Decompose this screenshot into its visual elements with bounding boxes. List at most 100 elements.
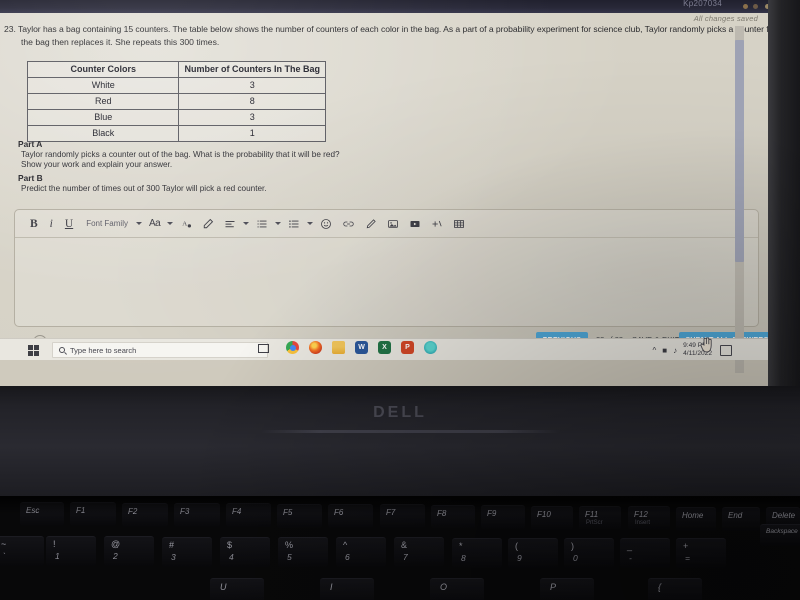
key-backspace[interactable]: Backspace (760, 524, 800, 546)
question-block: 23. Taylor has a bag containing 15 count… (4, 24, 783, 47)
key-i[interactable]: I (320, 578, 374, 600)
key-sublabel: PrtScr (586, 519, 603, 526)
key-label: P (550, 582, 557, 592)
answer-text-area[interactable] (15, 238, 758, 326)
ordered-list-icon[interactable] (251, 213, 273, 235)
key-p[interactable]: P (540, 578, 594, 600)
key-f10[interactable]: F10 (531, 505, 573, 530)
key--[interactable]: _ - (620, 538, 670, 569)
key-label: F6 (334, 508, 344, 518)
key-f8[interactable]: F8 (431, 504, 475, 529)
table-header-count: Number of Counters In The Bag (178, 61, 326, 78)
key-f2[interactable]: F2 (122, 502, 168, 527)
answer-editor[interactable]: B i U Font Family Aa A (14, 209, 759, 327)
key-0[interactable]: ) 0 (564, 538, 614, 568)
key-1[interactable]: ! 1 (46, 536, 96, 567)
key-label: End (728, 510, 743, 520)
key-7[interactable]: & 7 (394, 537, 444, 568)
highlighter-icon[interactable] (197, 213, 219, 235)
page-scrollbar-thumb[interactable] (735, 40, 744, 262)
key-shift-label: ^ (343, 540, 348, 551)
key-f9[interactable]: F9 (481, 505, 525, 530)
align-left-icon[interactable] (219, 213, 241, 235)
insert-image-icon[interactable] (382, 213, 404, 235)
cell-color-white: White (26, 77, 180, 94)
chevron-down-icon[interactable] (167, 222, 174, 225)
file-explorer-icon[interactable] (332, 341, 345, 354)
key-shift-label: ( (515, 540, 518, 551)
app-icon[interactable] (424, 341, 437, 354)
page-scrollbar-track[interactable] (735, 26, 744, 373)
bold-button[interactable]: B (25, 213, 43, 235)
volume-icon[interactable]: ♪ (673, 346, 677, 355)
pen-attachment-icon[interactable] (360, 213, 382, 235)
firefox-icon[interactable] (309, 341, 322, 354)
math-equation-icon[interactable] (426, 213, 448, 235)
key-5[interactable]: % 5 (278, 537, 328, 567)
key-label: F4 (232, 507, 242, 517)
key-f1[interactable]: F1 (70, 502, 116, 527)
key-home[interactable]: Home (676, 506, 716, 531)
chevron-down-icon[interactable] (275, 222, 282, 225)
key-f12[interactable]: F12 Insert (628, 506, 670, 531)
font-size-button[interactable]: Aa (144, 213, 165, 235)
key-4[interactable]: $4 (220, 536, 270, 567)
quiz-page: All changes saved 23. Taylor has a bag c… (0, 13, 783, 373)
key-f7[interactable]: F7 (380, 504, 425, 529)
excel-icon[interactable] (378, 341, 391, 354)
chevron-down-icon[interactable] (307, 222, 314, 225)
font-family-select[interactable]: Font Family (78, 219, 134, 228)
key-=[interactable]: + = (676, 538, 726, 569)
text-color-icon[interactable]: A (175, 213, 197, 235)
key-2[interactable]: @2 (104, 536, 154, 567)
dell-brand-logo: DELL (0, 404, 800, 422)
chevron-down-icon[interactable] (135, 222, 142, 225)
key-u[interactable]: U (210, 578, 264, 600)
italic-button[interactable]: i (43, 213, 60, 235)
key-end[interactable]: End (722, 506, 760, 531)
word-icon[interactable] (355, 341, 368, 354)
key-{[interactable]: { (648, 578, 702, 600)
key-6[interactable]: ^ 6 (336, 537, 386, 568)
battery-icon[interactable]: ■ (662, 346, 667, 355)
key-f5[interactable]: F5 (277, 503, 322, 528)
table-header-colors: Counter Colors (26, 61, 180, 78)
search-input[interactable]: Type here to search (52, 342, 268, 358)
key-esc[interactable]: Esc (20, 502, 64, 526)
emoji-icon[interactable] (315, 213, 337, 235)
key-label: F3 (180, 507, 190, 517)
key-label: I (330, 582, 333, 592)
mouse-cursor-hand-icon (700, 337, 712, 353)
insert-video-icon[interactable] (404, 213, 426, 235)
unordered-list-icon[interactable] (283, 213, 305, 235)
notifications-icon[interactable] (720, 344, 732, 356)
key-3[interactable]: #3 (162, 536, 212, 567)
underline-button[interactable]: U (60, 213, 78, 235)
chevron-down-icon[interactable] (243, 222, 250, 225)
question-line-1: 23. Taylor has a bag containing 15 count… (4, 24, 783, 34)
key-shift-label: % (285, 540, 294, 550)
powerpoint-icon[interactable] (401, 341, 414, 354)
insert-table-icon[interactable] (448, 213, 470, 235)
key-f3[interactable]: F3 (174, 503, 220, 528)
key-label: F1 (76, 506, 86, 516)
key-label: 2 (113, 551, 118, 562)
key-f11[interactable]: F11 PrtScr (579, 505, 621, 530)
part-b-text-1: Predict the number of times out of 300 T… (21, 184, 267, 193)
key-shift-label: & (401, 540, 408, 551)
key-`[interactable]: ~ ` (0, 536, 44, 566)
key-o[interactable]: O (430, 578, 484, 600)
key-f6[interactable]: F6 (328, 504, 373, 529)
key-9[interactable]: (9 (508, 537, 558, 568)
task-view-icon[interactable] (258, 344, 269, 353)
link-icon[interactable] (337, 213, 360, 235)
tray-chevron-up-icon[interactable]: ^ (653, 346, 657, 355)
screen-right-edge (768, 0, 800, 386)
windows-start-icon[interactable] (28, 345, 39, 356)
key-8[interactable]: * 8 (452, 537, 502, 568)
key-f4[interactable]: F4 (226, 503, 271, 528)
search-icon (59, 347, 65, 353)
table-header-row: Counter Colors Number of Counters In The… (26, 61, 326, 78)
chrome-icon[interactable] (286, 341, 299, 354)
key-shift-label: $ (227, 539, 233, 550)
